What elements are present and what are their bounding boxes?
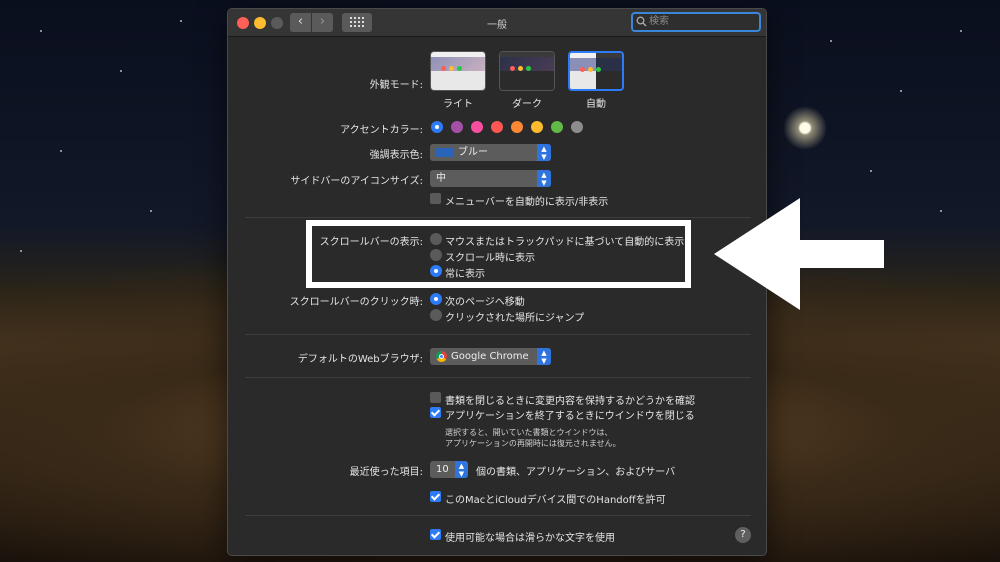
annotation-arrow-icon bbox=[714, 198, 884, 310]
recent-items-value: 10 bbox=[436, 464, 449, 475]
appearance-auto-thumbnail[interactable] bbox=[568, 51, 624, 91]
popup-arrows-icon: ▲ ▼ bbox=[537, 144, 551, 161]
recent-items-label: 最近使った項目: bbox=[349, 467, 423, 478]
recent-items-suffix: 個の書類、アプリケーション、およびサーバ bbox=[476, 467, 676, 478]
separator bbox=[245, 217, 751, 218]
default-browser-popup[interactable]: Google Chrome ▲ ▼ bbox=[430, 348, 551, 365]
default-browser-value: Google Chrome bbox=[451, 351, 529, 362]
handoff-label: このMacとiCloudデバイス間でのHandoffを許可 bbox=[445, 495, 666, 506]
appearance-auto-label: 自動 bbox=[586, 99, 606, 110]
scroll-click-jump-radio[interactable] bbox=[430, 309, 442, 321]
popup-arrows-icon: ▲ ▼ bbox=[455, 461, 468, 478]
default-browser-label: デフォルトのWebブラウザ: bbox=[297, 354, 423, 365]
titlebar: ‹ › 一般 検索 bbox=[228, 9, 766, 37]
scroll-click-next-page-radio[interactable] bbox=[430, 293, 442, 305]
accent-swatch-purple[interactable] bbox=[451, 121, 463, 133]
sidebar-icon-size-label: サイドバーのアイコンサイズ: bbox=[290, 176, 423, 187]
help-button[interactable]: ? bbox=[735, 527, 751, 543]
appearance-dark-label: ダーク bbox=[512, 99, 542, 110]
search-field[interactable]: 検索 bbox=[631, 12, 761, 32]
appearance-dark-thumbnail[interactable] bbox=[499, 51, 555, 91]
highlight-color-value: ブルー bbox=[458, 147, 488, 158]
font-smoothing-checkbox[interactable] bbox=[430, 529, 441, 540]
highlight-color-label: 強調表示色: bbox=[369, 150, 423, 161]
separator bbox=[245, 334, 751, 335]
scroll-click-jump-label: クリックされた場所にジャンプ bbox=[445, 313, 585, 324]
appearance-light-label: ライト bbox=[443, 99, 473, 110]
separator bbox=[245, 515, 751, 516]
recent-items-popup[interactable]: 10 ▲ ▼ bbox=[430, 461, 468, 478]
accent-swatch-green[interactable] bbox=[551, 121, 563, 133]
popup-arrows-icon: ▲ ▼ bbox=[537, 348, 551, 365]
accent-swatch-orange[interactable] bbox=[511, 121, 523, 133]
ask-keep-changes-label: 書類を閉じるときに変更内容を保持するかどうかを確認 bbox=[445, 396, 695, 407]
ask-keep-changes-checkbox[interactable] bbox=[430, 392, 441, 403]
annotation-highlight-box bbox=[306, 220, 691, 288]
search-icon bbox=[636, 16, 647, 27]
accent-swatch-red[interactable] bbox=[491, 121, 503, 133]
close-windows-note-line1: 選択すると、開いていた書類とウインドウは、 bbox=[445, 428, 613, 437]
highlight-color-popup[interactable]: ブルー ▲ ▼ bbox=[430, 144, 551, 161]
close-windows-checkbox[interactable] bbox=[430, 407, 441, 418]
accent-swatch-blue[interactable] bbox=[431, 121, 443, 133]
menubar-autohide-label: メニューバーを自動的に表示/非表示 bbox=[445, 197, 609, 208]
separator bbox=[245, 377, 751, 378]
accent-color-label: アクセントカラー: bbox=[340, 125, 423, 136]
accent-swatch-pink[interactable] bbox=[471, 121, 483, 133]
close-windows-label: アプリケーションを終了するときにウインドウを閉じる bbox=[445, 411, 695, 422]
chrome-icon bbox=[436, 350, 447, 362]
accent-swatch-graphite[interactable] bbox=[571, 121, 583, 133]
appearance-light-thumbnail[interactable] bbox=[430, 51, 486, 91]
popup-arrows-icon: ▲ ▼ bbox=[537, 170, 551, 187]
appearance-label: 外観モード: bbox=[369, 80, 423, 91]
accent-swatch-yellow[interactable] bbox=[531, 121, 543, 133]
handoff-checkbox[interactable] bbox=[430, 491, 441, 502]
search-placeholder: 検索 bbox=[649, 16, 669, 27]
scroll-click-next-page-label: 次のページへ移動 bbox=[445, 297, 525, 308]
sidebar-icon-size-popup[interactable]: 中 ▲ ▼ bbox=[430, 170, 551, 187]
scrollbar-click-label: スクロールバーのクリック時: bbox=[289, 297, 423, 308]
close-windows-note-line2: アプリケーションの再開時には復元されません。 bbox=[445, 439, 621, 448]
menubar-autohide-checkbox[interactable] bbox=[430, 193, 441, 204]
sidebar-icon-size-value: 中 bbox=[436, 173, 446, 184]
highlight-color-chip bbox=[436, 147, 454, 157]
font-smoothing-label: 使用可能な場合は滑らかな文字を使用 bbox=[445, 533, 615, 544]
